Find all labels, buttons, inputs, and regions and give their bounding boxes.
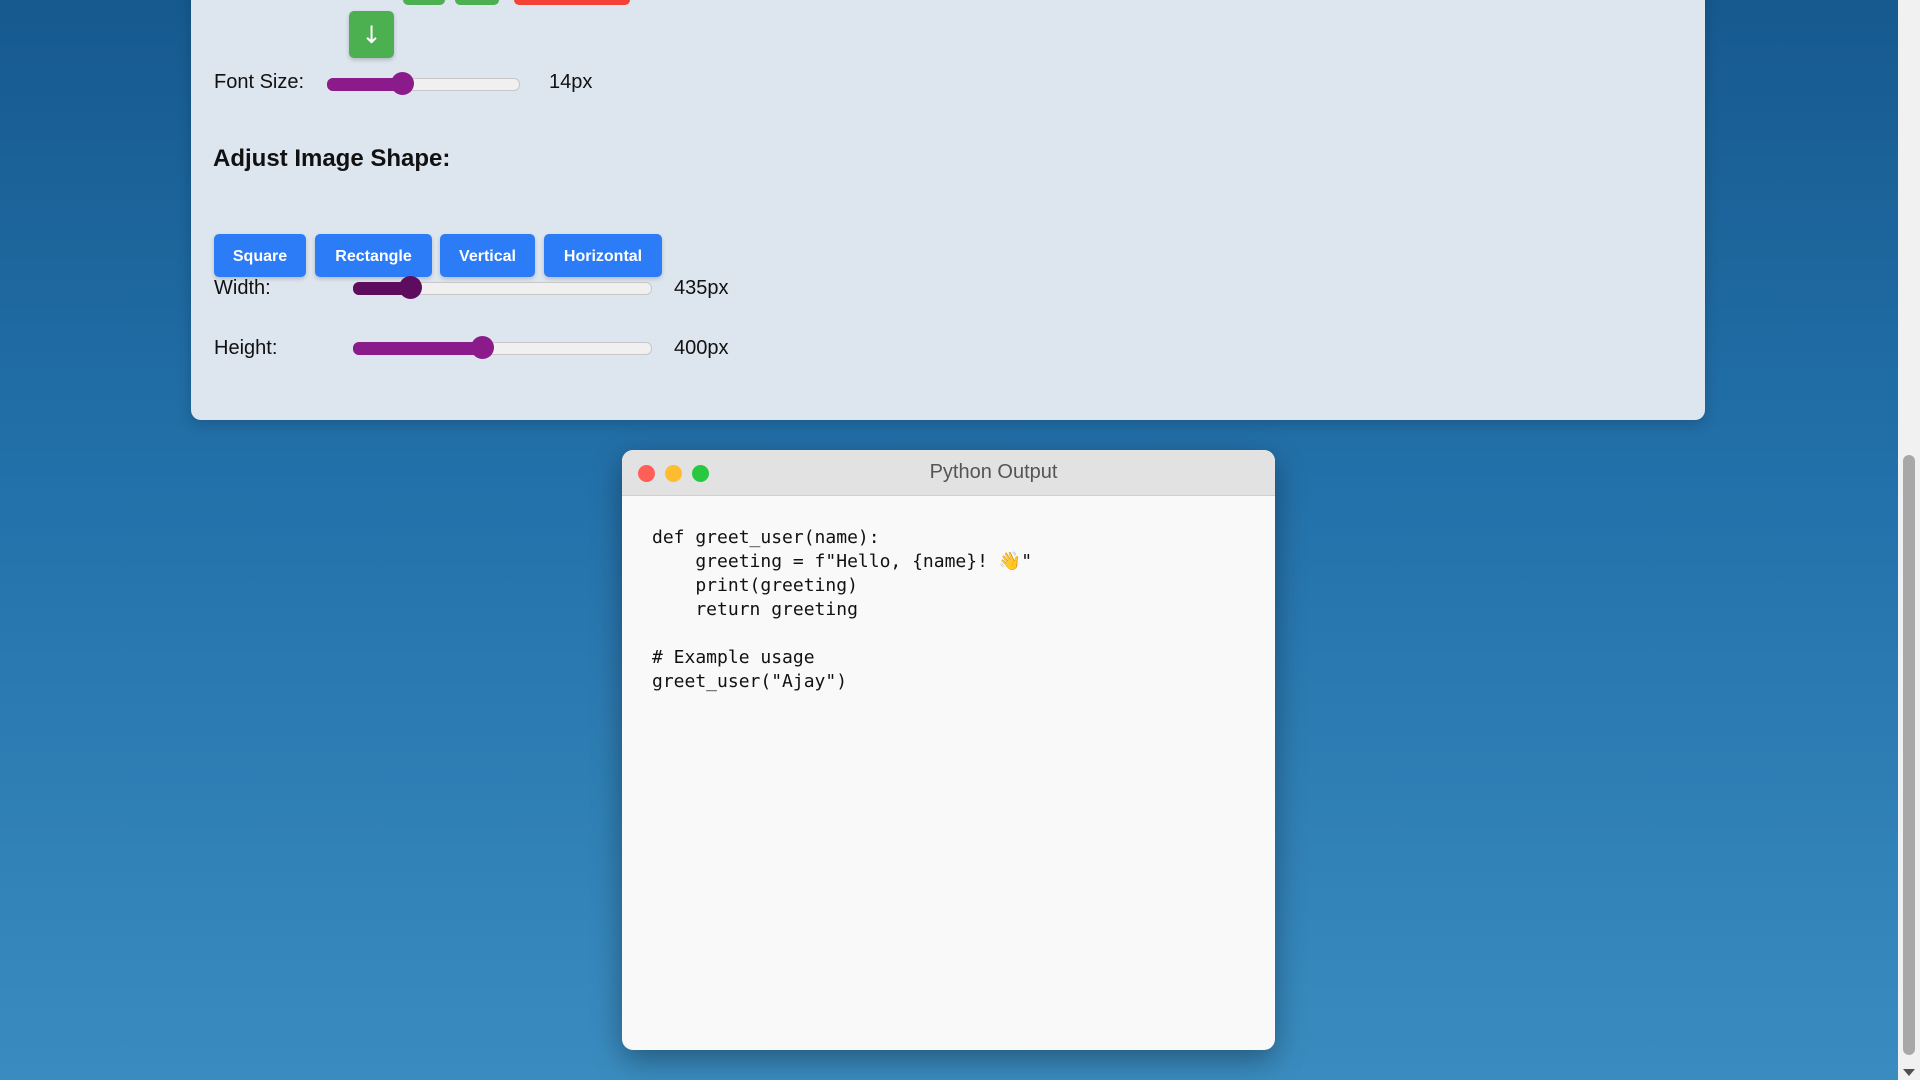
square-button[interactable]: Square xyxy=(214,234,306,277)
font-size-slider-thumb[interactable] xyxy=(391,72,415,95)
height-label: Height: xyxy=(214,337,278,359)
width-slider-thumb[interactable] xyxy=(399,276,423,299)
window-titlebar: Python Output xyxy=(622,450,1275,496)
arrow-button-partial[interactable] xyxy=(403,0,445,5)
font-size-slider-fill xyxy=(327,78,402,91)
font-size-label: Font Size: xyxy=(214,71,305,93)
rectangle-button[interactable]: Rectangle xyxy=(315,234,432,277)
scrollbar-thumb[interactable] xyxy=(1903,455,1915,1055)
vertical-button[interactable]: Vertical xyxy=(440,234,535,277)
window-title: Python Output xyxy=(929,461,1058,483)
page-scrollbar[interactable] xyxy=(1898,0,1920,1080)
python-output-window: Python Output def greet_user(name): gree… xyxy=(622,450,1275,1050)
arrow-button-partial[interactable] xyxy=(455,0,499,5)
height-slider-thumb[interactable] xyxy=(470,336,494,359)
reset-button-partial[interactable] xyxy=(514,0,630,5)
scroll-down-arrow-icon[interactable] xyxy=(1903,1069,1915,1076)
python-code-output: def greet_user(name): greeting = f"Hello… xyxy=(652,527,1033,692)
width-value: 435px xyxy=(674,277,729,299)
font-size-value: 14px xyxy=(549,71,593,93)
width-slider[interactable] xyxy=(353,276,652,299)
height-value: 400px xyxy=(674,337,729,359)
height-slider-fill xyxy=(353,342,481,355)
font-size-slider[interactable] xyxy=(327,72,520,95)
width-label: Width: xyxy=(214,277,271,299)
adjust-shape-title: Adjust Image Shape: xyxy=(213,145,451,172)
height-slider[interactable] xyxy=(353,336,652,359)
horizontal-button[interactable]: Horizontal xyxy=(544,234,662,277)
move-down-button[interactable]: ↓ xyxy=(349,11,394,58)
control-panel: ↓ Font Size: 14px Adjust Image Shape: Sq… xyxy=(191,0,1705,420)
